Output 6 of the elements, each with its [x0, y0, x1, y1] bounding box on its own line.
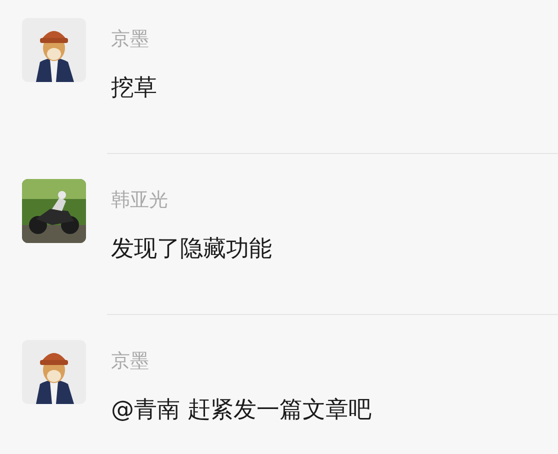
sender-name: 韩亚光 [111, 188, 169, 212]
message-text: @青南 赶紧发一篇文章吧 [111, 396, 372, 425]
sender-name: 京墨 [111, 27, 150, 51]
message-text: 发现了隐藏功能 [111, 235, 272, 264]
message-text: 挖草 [111, 74, 157, 103]
sender-name: 京墨 [111, 349, 150, 373]
